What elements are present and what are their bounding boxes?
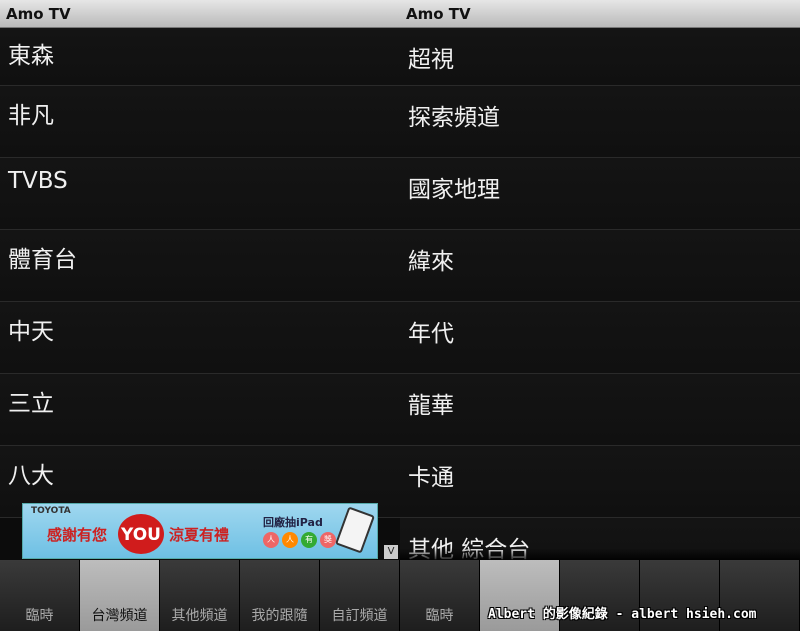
channel-item[interactable]: 東森	[0, 28, 400, 86]
channel-item[interactable]: 體育台	[0, 230, 400, 302]
ad-promo: 回廠抽iPad	[263, 516, 323, 529]
channel-item[interactable]: 中天	[0, 302, 400, 374]
ad-dot: 人	[263, 532, 279, 548]
ad-dot: 人	[282, 532, 298, 548]
ipad-icon	[335, 506, 375, 554]
ad-text-thanks: 感謝有您	[47, 526, 108, 544]
channel-item[interactable]: 龍華	[400, 374, 800, 446]
app-title-bar: Amo TV	[400, 0, 800, 28]
channel-label: 八大	[8, 463, 54, 489]
channel-item[interactable]: 非凡	[0, 86, 400, 158]
channel-label: 龍華	[408, 393, 454, 419]
channel-label: 體育台	[8, 247, 77, 273]
ad-text-summer: 涼夏有禮	[169, 526, 230, 544]
tab-bar: 臨時 台灣頻道 其他頻道 我的跟隨 自訂頻道	[0, 560, 400, 631]
channel-item[interactable]: 卡通	[400, 446, 800, 518]
channel-item[interactable]: 緯來	[400, 230, 800, 302]
watermark: Albert 的影像紀錄 - albert hsieh.com	[488, 607, 757, 622]
tab-other-channels[interactable]: 其他頻道	[160, 560, 240, 631]
channel-label: 三立	[8, 391, 54, 417]
ad-dot: 有	[301, 532, 317, 548]
channel-label: 中天	[8, 319, 54, 345]
tab-temporary[interactable]: 臨時	[400, 560, 480, 631]
channel-label: 卡通	[408, 465, 454, 491]
ad-banner[interactable]: TOYOTA 感謝有您 YOU 涼夏有禮 回廠抽iPad 人 人 有 獎	[22, 503, 378, 559]
ad-close-button[interactable]: V	[384, 545, 398, 559]
ad-brand: TOYOTA	[31, 506, 71, 516]
channel-item[interactable]: 國家地理	[400, 158, 800, 230]
ad-dot: 獎	[320, 532, 336, 548]
channel-label: 探索頻道	[408, 105, 500, 131]
right-screen: Amo TV 超視 探索頻道 國家地理 緯來 年代 龍華 卡通 其他 綜合台 臨…	[400, 0, 800, 631]
channel-label: 年代	[408, 321, 454, 347]
left-screen: Amo TV 東森 非凡 TVBS 體育台 中天 三立 八大 TOYOTA 感謝…	[0, 0, 400, 631]
channel-item[interactable]: 三立	[0, 374, 400, 446]
channel-list: 超視 探索頻道 國家地理 緯來 年代 龍華 卡通 其他 綜合台	[400, 28, 800, 590]
channel-label: 國家地理	[408, 177, 500, 203]
ad-dots: 人 人 有 獎	[263, 532, 336, 548]
channel-item[interactable]: TVBS	[0, 158, 400, 230]
channel-label: 非凡	[8, 103, 54, 129]
app-title-bar: Amo TV	[0, 0, 400, 28]
tab-custom-channels[interactable]: 自訂頻道	[320, 560, 400, 631]
channel-label: 超視	[408, 47, 454, 73]
channel-item[interactable]: 超視	[400, 28, 800, 86]
channel-item[interactable]: 探索頻道	[400, 86, 800, 158]
tab-temporary[interactable]: 臨時	[0, 560, 80, 631]
channel-label: TVBS	[8, 168, 68, 194]
channel-label: 東森	[8, 43, 54, 69]
channel-list: 東森 非凡 TVBS 體育台 中天 三立 八大	[0, 28, 400, 518]
tab-taiwan-channels[interactable]: 台灣頻道	[80, 560, 160, 631]
channel-item[interactable]: 年代	[400, 302, 800, 374]
tab-my-follows[interactable]: 我的跟隨	[240, 560, 320, 631]
ad-you-badge: YOU	[118, 514, 164, 554]
channel-label: 緯來	[408, 249, 454, 275]
